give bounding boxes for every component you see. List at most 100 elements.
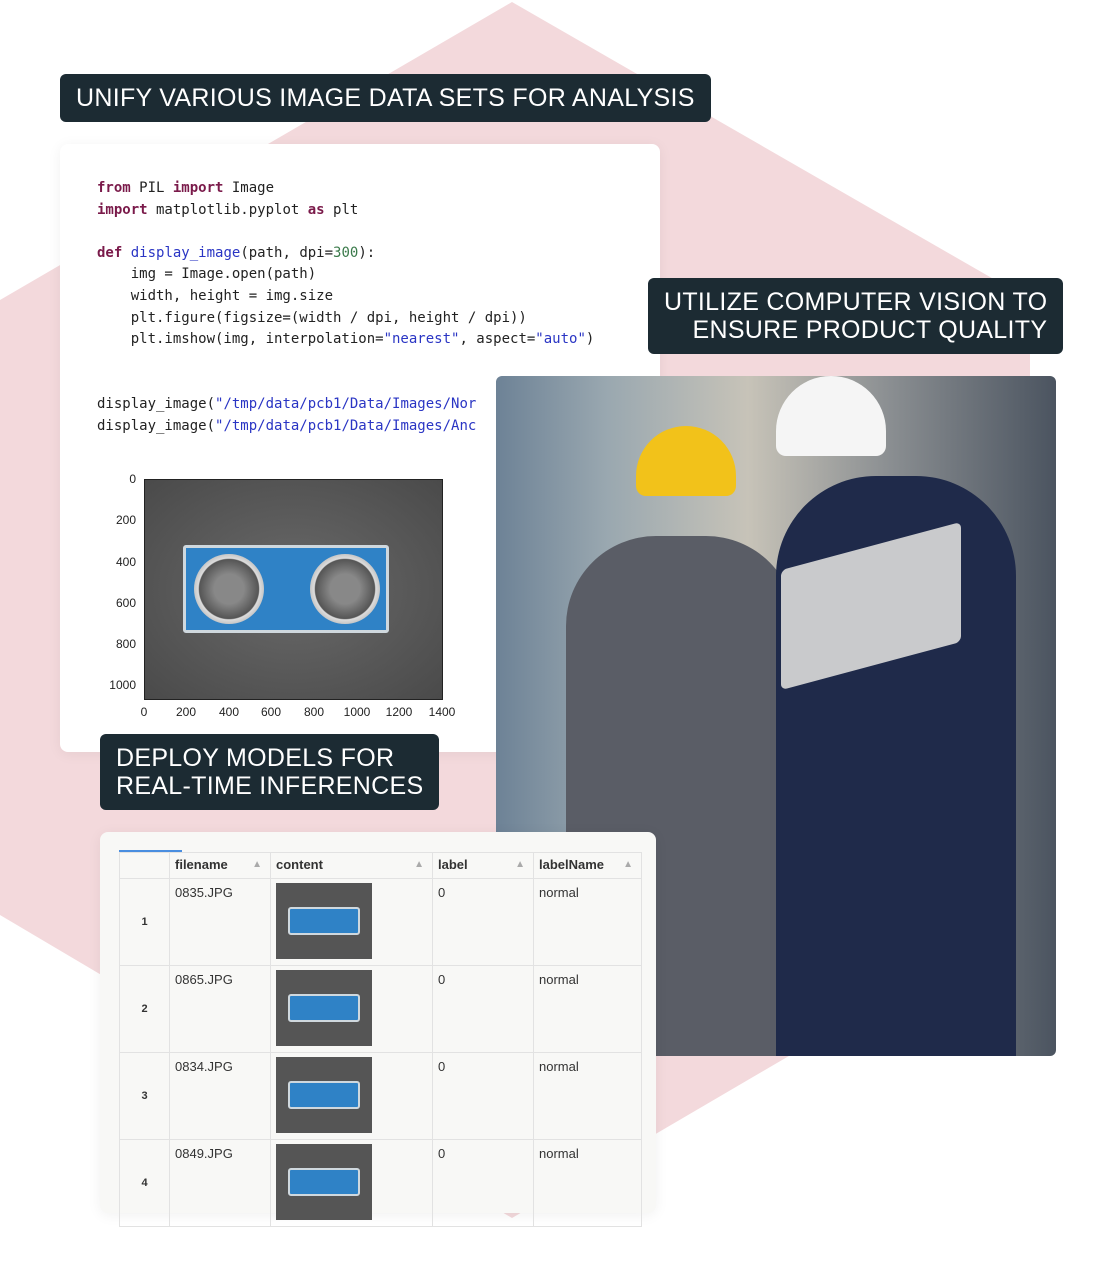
thumbnail-image [276,1144,372,1220]
table-row[interactable]: 1 0835.JPG 0 normal [119,878,642,966]
code-token: 300 [333,244,359,261]
filename-cell: 0865.JPG [169,965,271,1053]
sort-arrow-icon[interactable]: ▲ [414,859,424,870]
row-index: 2 [119,965,170,1053]
label-cell: 0 [432,878,534,966]
label-cell: 0 [432,965,534,1053]
content-cell [270,878,433,966]
y-tick-label: 0 [129,472,136,486]
sort-arrow-icon[interactable]: ▲ [252,859,262,870]
code-token: (path, dpi= [240,244,334,261]
label-cell: 0 [432,1052,534,1140]
x-tick-label: 1000 [343,705,371,719]
header-label: label [438,857,468,872]
labelname-cell: normal [533,1052,642,1140]
code-line: plt.figure(figsize=(width / dpi, height … [97,309,527,326]
dataframe-table: filename ▲ content ▲ label ▲ labelName ▲ 1 08… [119,852,642,1227]
deploy-tag-line: DEPLOY MODELS FOR [116,744,395,772]
white-hardhat [776,376,886,456]
label-cell: 0 [432,1139,534,1227]
header-label: filename [175,857,228,872]
dataframe-card: filename ▲ content ▲ label ▲ labelName ▲ 1 08… [100,832,656,1227]
utilize-tag-line: UTILIZE COMPUTER VISION TO [664,288,1048,316]
table-row[interactable]: 4 0849.JPG 0 normal [119,1139,642,1227]
filename-cell: 0849.JPG [169,1139,271,1227]
column-header-labelname[interactable]: labelName ▲ [533,852,642,879]
code-line: width, height = img.size [97,287,334,304]
utilize-tag-line: ENSURE PRODUCT QUALITY [692,316,1048,344]
code-token: display_image( [97,395,216,412]
code-token: plt.imshow(img, interpolation= [97,331,384,348]
unify-tag-text: UNIFY VARIOUS IMAGE DATA SETS FOR ANALYS… [76,84,695,112]
row-index: 1 [119,878,170,966]
thumbnail-image [276,883,372,959]
filename-cell: 0835.JPG [169,878,271,966]
code-token: Image [223,180,275,196]
code-token: import [172,180,224,196]
utilize-tag: UTILIZE COMPUTER VISION TO ENSURE PRODUCT… [648,278,1064,354]
sensor-thumbnail [288,1081,360,1109]
thumbnail-image [276,970,372,1046]
code-token: plt [324,201,359,218]
x-tick-label: 400 [218,705,240,719]
sort-arrow-icon[interactable]: ▲ [515,859,525,870]
sensor-eye [194,554,264,624]
content-cell [270,965,433,1053]
filename-cell: 0834.JPG [169,1052,271,1140]
code-token: from [97,180,131,196]
code-token: display_image( [97,417,216,434]
x-tick-label: 800 [303,705,325,719]
labelname-cell: normal [533,878,642,966]
code-token: import [97,201,148,218]
sensor-thumbnail [288,907,360,935]
deploy-tag: DEPLOY MODELS FOR REAL-TIME INFERENCES [100,734,440,810]
header-label: content [276,857,323,872]
content-cell [270,1139,433,1227]
x-tick-label: 1400 [428,705,456,719]
sort-arrow-icon[interactable]: ▲ [623,859,633,870]
y-tick-label: 400 [115,555,136,569]
column-header-content[interactable]: content ▲ [270,852,433,879]
content-cell [270,1052,433,1140]
y-tick-label: 1000 [109,678,136,692]
x-tick-label: 0 [140,705,148,719]
y-tick-label: 200 [115,513,136,527]
code-token: "/tmp/data/pcb1/Data/Images/Nor [215,395,477,412]
table-row[interactable]: 3 0834.JPG 0 normal [119,1052,642,1140]
code-token: , aspect= [459,331,536,348]
sensor-thumbnail [288,1168,360,1196]
labelname-cell: normal [533,965,642,1053]
yellow-hardhat [636,426,736,496]
code-token: "/tmp/data/pcb1/Data/Images/Anc [215,417,477,434]
sensor-eye [310,554,380,624]
code-token: def [97,244,123,261]
unify-tag: UNIFY VARIOUS IMAGE DATA SETS FOR ANALYS… [60,74,711,122]
x-tick-label: 200 [175,705,197,719]
code-token: display_image [130,244,241,261]
y-tick-label: 800 [115,637,136,651]
index-header [119,852,170,879]
column-header-label[interactable]: label ▲ [432,852,534,879]
sensor-image [183,545,389,633]
column-header-filename[interactable]: filename ▲ [169,852,271,879]
y-tick-label: 600 [115,596,136,610]
table-row[interactable]: 2 0865.JPG 0 normal [119,965,642,1053]
thumbnail-image [276,1057,372,1133]
sensor-thumbnail [288,994,360,1022]
code-token: PIL [130,180,173,196]
code-token: "auto" [535,331,586,348]
row-index: 3 [119,1052,170,1140]
header-label: labelName [539,857,605,872]
code-token: matplotlib.pyplot [147,201,308,218]
image-plot [144,479,443,700]
deploy-tag-line: REAL-TIME INFERENCES [116,772,424,800]
x-tick-label: 1200 [385,705,413,719]
row-index: 4 [119,1139,170,1227]
code-token: ): [358,244,376,261]
code-token: as [307,201,325,218]
code-token: ) [585,331,595,348]
code-line: img = Image.open(path) [97,266,317,283]
x-tick-label: 600 [260,705,282,719]
labelname-cell: normal [533,1139,642,1227]
